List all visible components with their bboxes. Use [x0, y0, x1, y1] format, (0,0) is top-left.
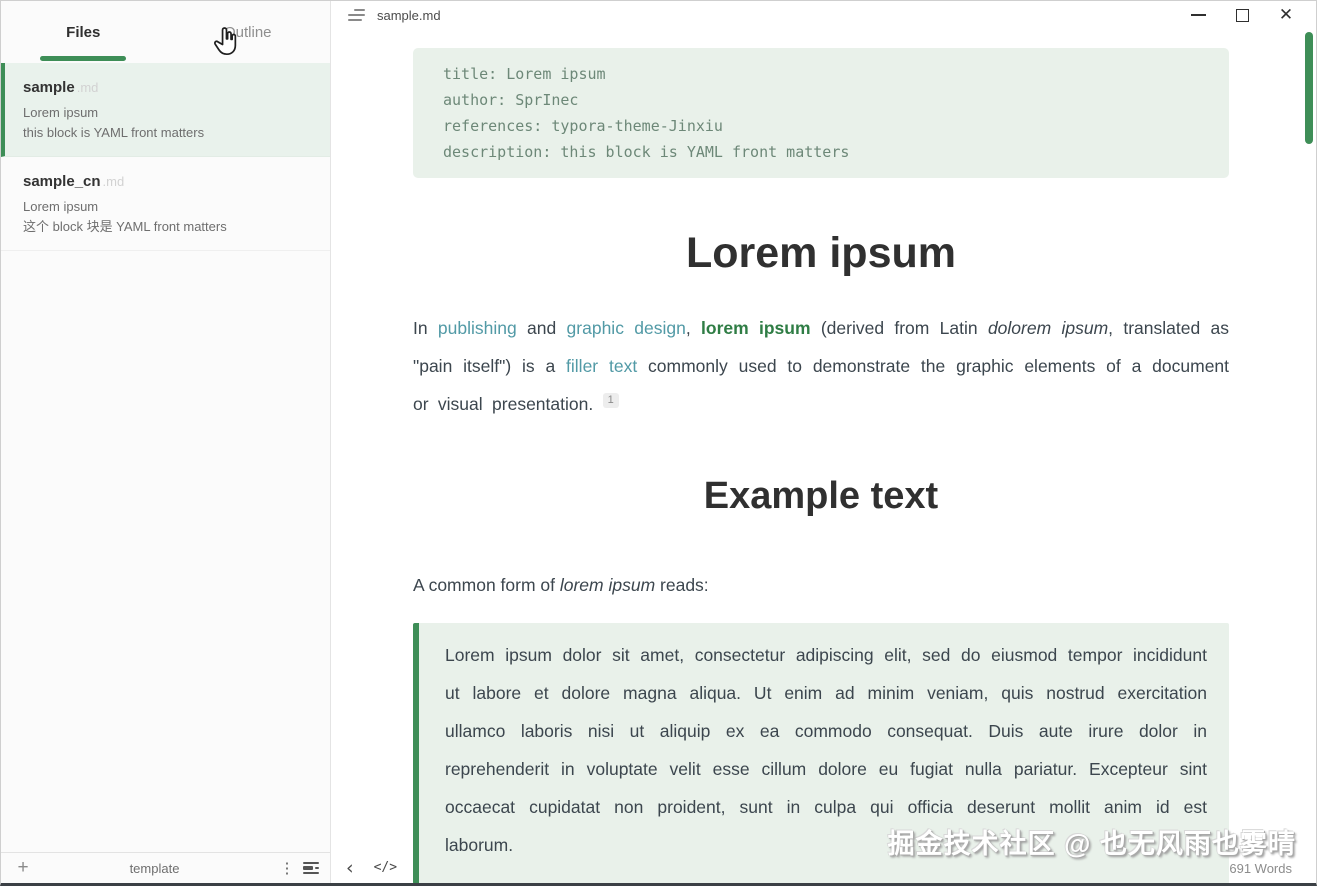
file-extension: .md [77, 80, 99, 95]
yaml-front-matter[interactable]: title: Lorem ipsum author: SprInec refer… [413, 48, 1229, 178]
heading-lorem-ipsum: Lorem ipsum [413, 229, 1229, 278]
yaml-line: author: SprInec [443, 87, 1199, 113]
file-preview-line: 这个 block 块是 YAML front matters [23, 217, 310, 237]
file-title: sample_cn.md [23, 173, 310, 190]
lead-sentence: A common form of lorem ipsum reads: [413, 575, 1229, 596]
titlebar: sample.md ✕ [332, 1, 1316, 29]
file-extension: .md [103, 174, 125, 189]
file-name: sample_cn [23, 173, 101, 190]
scrollbar-thumb[interactable] [1305, 32, 1313, 144]
blockquote-text: Lorem ipsum dolor sit amet, consectetur … [445, 636, 1207, 864]
strong-lorem-ipsum: lorem ipsum [701, 318, 811, 338]
tab-files[interactable]: Files [1, 1, 166, 63]
file-name: sample [23, 79, 75, 96]
yaml-line: title: Lorem ipsum [443, 61, 1199, 87]
text-run: reads: [655, 575, 709, 595]
menu-icon[interactable] [348, 9, 365, 21]
sidebar-tabbar: Files Outline [1, 1, 330, 63]
minimize-button[interactable] [1176, 1, 1220, 29]
text-run: A common form of [413, 575, 560, 595]
link-graphic-design[interactable]: graphic design [567, 318, 686, 338]
file-preview-line: this block is YAML front matters [23, 123, 310, 143]
app-window: Files Outline sample.md Lorem ipsum this… [0, 0, 1317, 886]
text-run: In [413, 318, 438, 338]
text-run: , [686, 318, 701, 338]
sidebar-view-toggle-icon[interactable] [298, 861, 324, 875]
source-code-mode-icon[interactable]: </> [374, 860, 397, 875]
intro-paragraph: In publishing and graphic design, lorem … [413, 309, 1229, 423]
link-publishing[interactable]: publishing [438, 318, 517, 338]
kebab-menu-icon[interactable]: ⋮ [276, 859, 298, 877]
tab-outline[interactable]: Outline [166, 1, 331, 63]
file-item-sample-cn[interactable]: sample_cn.md Lorem ipsum 这个 block 块是 YAM… [1, 157, 330, 251]
collapse-sidebar-icon[interactable]: ‹ [346, 857, 354, 879]
template-label[interactable]: template [33, 861, 276, 876]
heading-example-text: Example text [413, 475, 1229, 518]
yaml-line: references: typora-theme-Jinxiu [443, 113, 1199, 139]
document-title: sample.md [377, 8, 441, 23]
text-run: and [517, 318, 567, 338]
file-item-sample[interactable]: sample.md Lorem ipsum this block is YAML… [1, 63, 330, 157]
sidebar: Files Outline sample.md Lorem ipsum this… [1, 1, 331, 883]
sidebar-footer: + template ⋮ [1, 852, 330, 883]
maximize-button[interactable] [1220, 1, 1264, 29]
editor-bottom-left: ‹ </> [332, 852, 397, 883]
file-preview-line: Lorem ipsum [23, 103, 310, 123]
yaml-line: description: this block is YAML front ma… [443, 139, 1199, 165]
document-content[interactable]: title: Lorem ipsum author: SprInec refer… [332, 29, 1316, 883]
tab-outline-label: Outline [224, 24, 272, 41]
blockquote: Lorem ipsum dolor sit amet, consectetur … [413, 623, 1229, 883]
close-button[interactable]: ✕ [1264, 1, 1308, 29]
link-filler-text[interactable]: filler text [566, 356, 637, 376]
footnote-ref[interactable]: 1 [603, 393, 619, 408]
new-file-button[interactable]: + [13, 857, 33, 879]
em-dolorem-ipsum: dolorem ipsum [988, 318, 1108, 338]
tab-files-label: Files [66, 24, 100, 41]
text-run: (derived from Latin [811, 318, 988, 338]
window-controls: ✕ [1176, 1, 1308, 29]
editor-pane: sample.md ✕ title: Lorem ipsum author: S… [332, 1, 1316, 883]
file-preview-line: Lorem ipsum [23, 197, 310, 217]
em-lorem-ipsum: lorem ipsum [560, 575, 655, 595]
file-title: sample.md [23, 79, 310, 96]
word-count: 691 Words [1229, 861, 1292, 876]
